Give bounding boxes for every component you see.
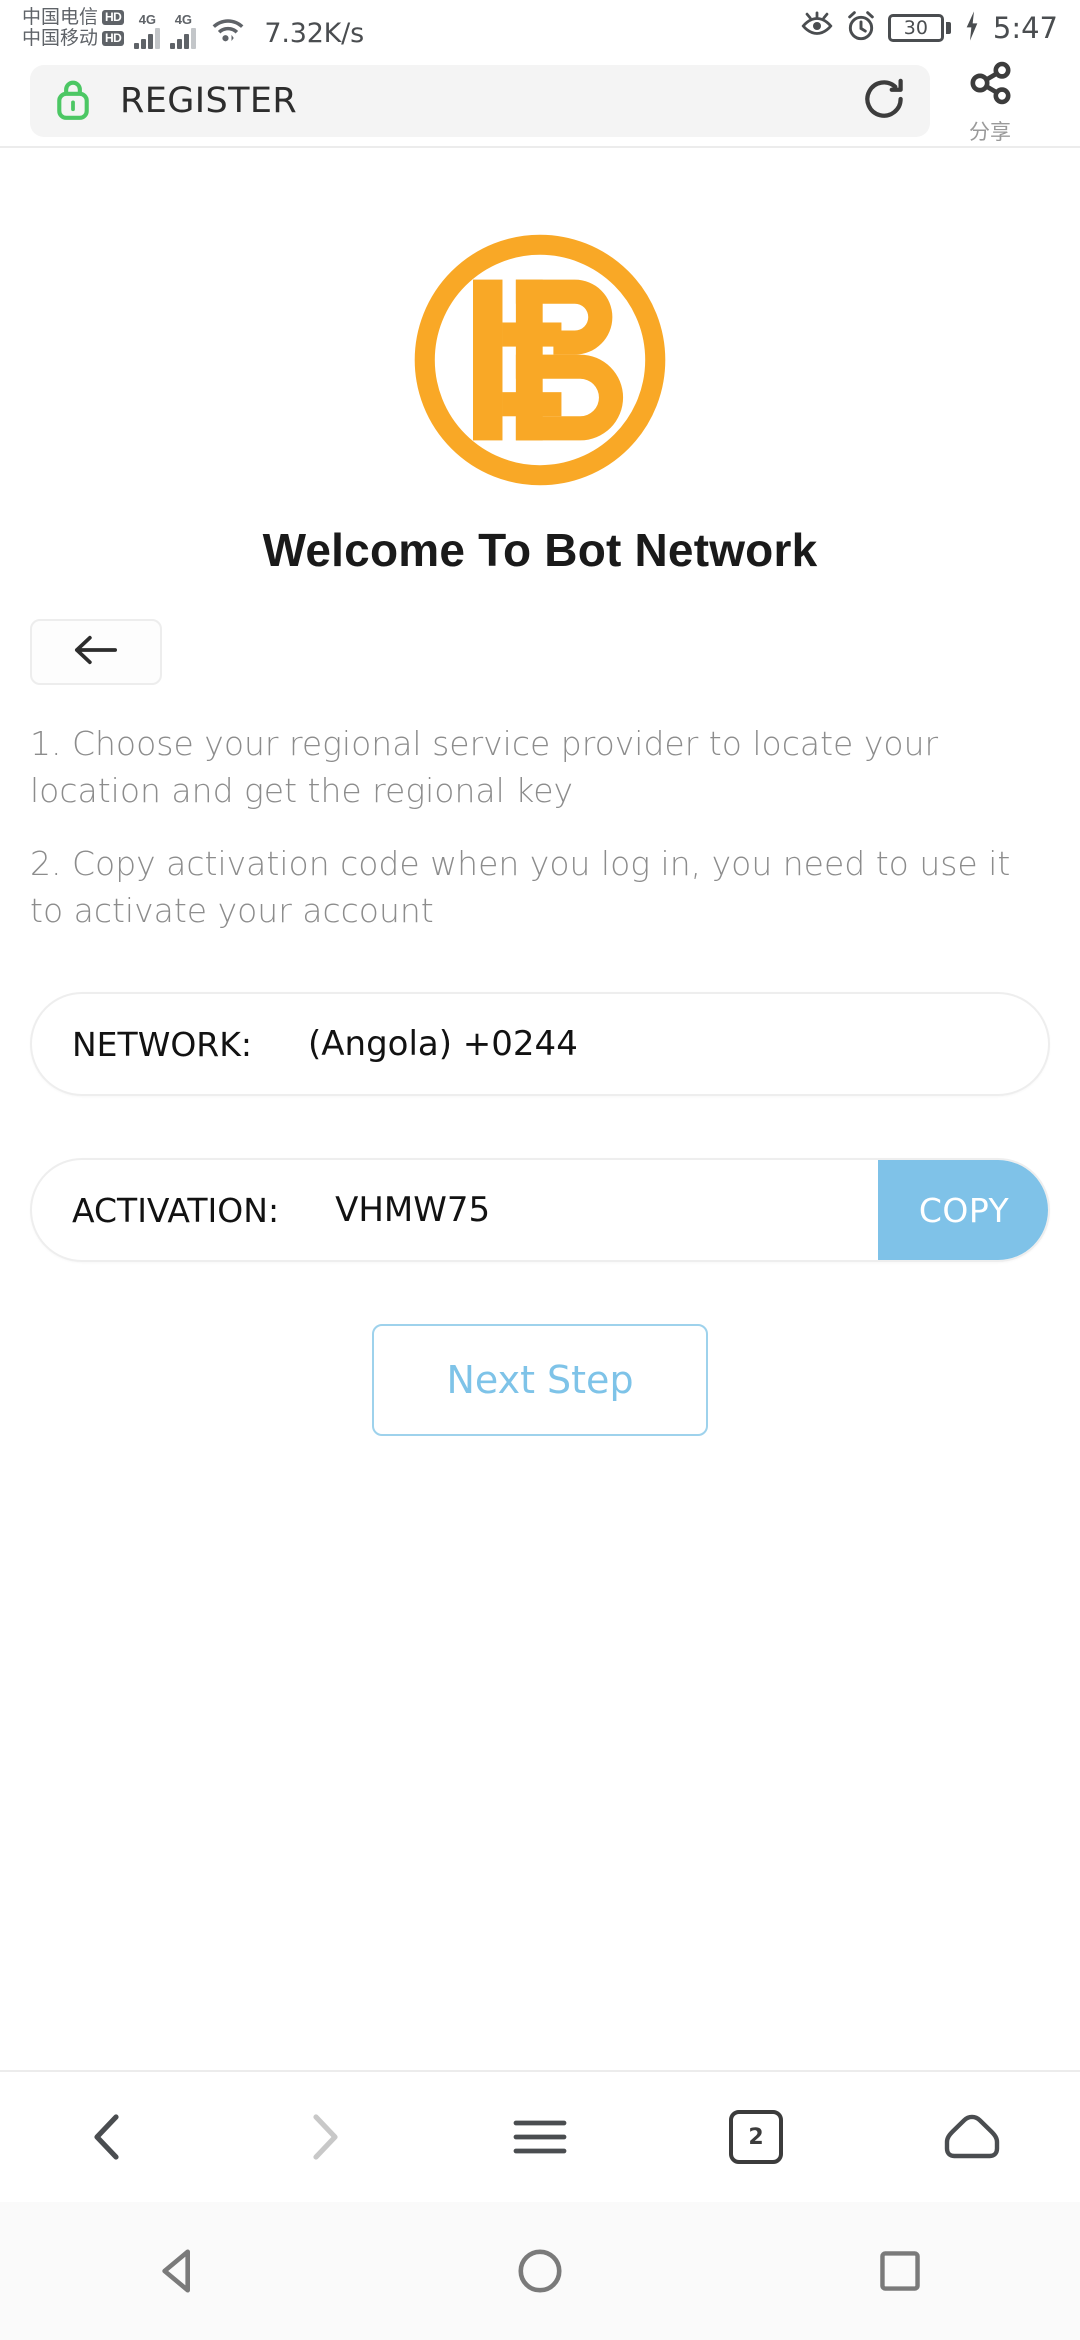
network-field-value: (Angola) +0244 — [308, 1024, 578, 1065]
signal-bars-icon — [170, 27, 197, 50]
share-icon — [964, 57, 1016, 114]
page-content: Welcome To Bot Network 1. Choose your re… — [0, 148, 1080, 2070]
next-step-button[interactable]: Next Step — [372, 1324, 708, 1437]
signal-group-1: 4G — [134, 12, 161, 50]
android-system-nav — [0, 2202, 1080, 2340]
alarm-clock-icon — [845, 10, 877, 47]
instruction-item: 1. Choose your regional service provider… — [30, 724, 939, 810]
padlock-icon — [52, 75, 94, 128]
arrow-left-icon — [73, 633, 119, 672]
signal-bars-icon — [134, 27, 161, 50]
page-heading: Welcome To Bot Network — [262, 524, 818, 576]
refresh-icon[interactable] — [860, 75, 908, 128]
carrier-name: 中国移动 — [22, 27, 99, 49]
network-generation-label: 4G — [138, 12, 157, 28]
network-speed: 7.32K/s — [264, 18, 364, 50]
logo-container — [0, 226, 1080, 499]
activation-field-value: VHMW75 — [335, 1190, 491, 1231]
battery-icon: 30 — [887, 14, 944, 42]
carrier-row: 中国电信 HD — [22, 5, 125, 28]
nav-tabs-button[interactable]: 2 — [648, 2110, 864, 2164]
status-bar-left: 中国电信 HD 中国移动 HD 4G 4G 7.32K/s — [22, 5, 364, 50]
back-button[interactable] — [30, 619, 162, 685]
address-bar[interactable]: REGISTER — [30, 65, 930, 137]
status-bar-right: 30 5:47 — [800, 10, 1058, 47]
copy-button[interactable]: COPY — [878, 1160, 1048, 1261]
activation-field-label: ACTIVATION: — [72, 1190, 280, 1230]
network-field[interactable]: NETWORK: (Angola) +0244 — [30, 992, 1050, 1097]
battery-indicator: 30 — [887, 14, 951, 42]
next-step-container: Next Step — [0, 1324, 1080, 1437]
hd-badge: HD — [102, 31, 125, 47]
eye-comfort-icon — [800, 11, 834, 46]
share-button[interactable]: 分享 — [930, 57, 1050, 146]
network-field-label: NETWORK: — [72, 1024, 252, 1064]
tab-count-value: 2 — [748, 2124, 764, 2150]
nav-home-button[interactable] — [864, 2113, 1080, 2161]
instruction-item: 2. Copy activation code when you log in,… — [30, 843, 1011, 930]
browser-bottom-nav: 2 — [0, 2072, 1080, 2202]
nav-back-button[interactable] — [0, 2111, 216, 2163]
wifi-icon — [210, 15, 246, 48]
system-back-button[interactable] — [0, 2246, 360, 2296]
nav-forward-button[interactable] — [216, 2111, 432, 2163]
page-title-label: REGISTER — [120, 81, 298, 121]
system-recents-button[interactable] — [720, 2247, 1080, 2295]
carrier-name: 中国电信 — [22, 5, 99, 28]
status-bar: 中国电信 HD 中国移动 HD 4G 4G 7.32K/s 30 5:47 — [0, 0, 1080, 56]
battery-tip — [945, 22, 951, 34]
battery-level: 30 — [903, 17, 928, 39]
hd-badge: HD — [102, 9, 125, 25]
status-bar-clock: 5:47 — [992, 11, 1058, 45]
copy-button-label: COPY — [918, 1190, 1010, 1230]
next-step-label: Next Step — [446, 1358, 634, 1403]
tab-count-icon: 2 — [729, 2110, 783, 2164]
system-home-button[interactable] — [360, 2246, 720, 2296]
signal-group-2: 4G — [170, 12, 197, 50]
share-label: 分享 — [969, 119, 1011, 144]
carrier-labels: 中国电信 HD 中国移动 HD — [22, 5, 125, 50]
network-generation-label: 4G — [174, 12, 193, 28]
carrier-row: 中国移动 HD — [22, 27, 125, 49]
bot-network-logo — [406, 226, 674, 499]
nav-menu-button[interactable] — [432, 2115, 648, 2159]
charging-bolt-icon — [962, 10, 982, 47]
instructions-list: 1. Choose your regional service provider… — [30, 721, 1050, 934]
browser-toolbar: REGISTER 分享 — [0, 56, 1080, 146]
activation-field[interactable]: ACTIVATION: VHMW75 COPY — [30, 1158, 1050, 1263]
